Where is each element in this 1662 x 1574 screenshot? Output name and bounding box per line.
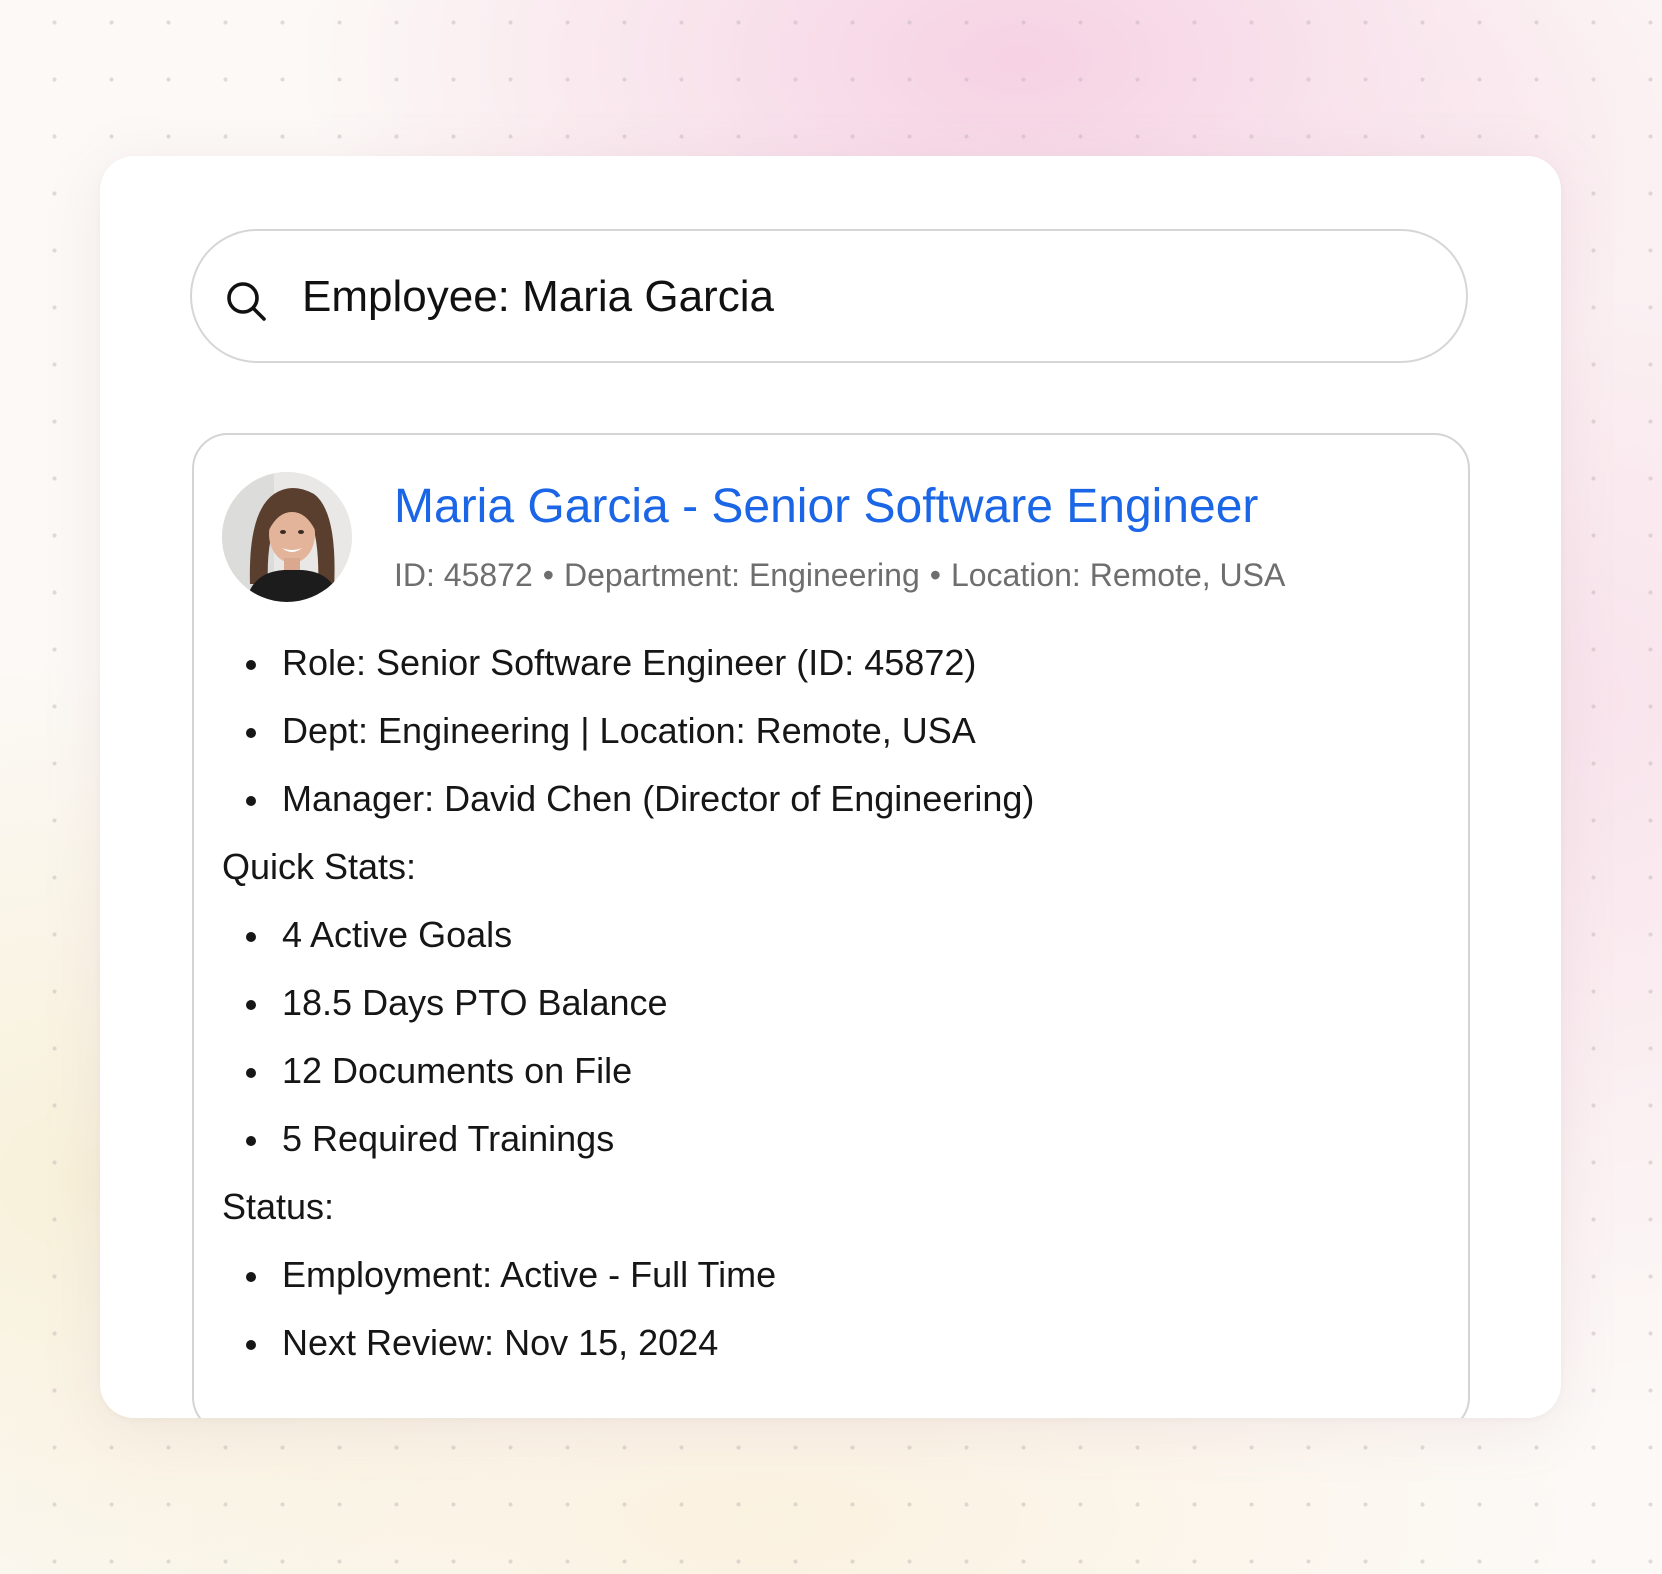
- employee-photo: [222, 472, 352, 602]
- employee-location: Location: Remote, USA: [950, 557, 1286, 593]
- details-list: Role: Senior Software Engineer (ID: 4587…: [222, 629, 1422, 833]
- status-list: Employment: Active - Full Time Next Revi…: [222, 1241, 1422, 1377]
- search-icon[interactable]: [224, 279, 268, 323]
- quick-stats-list: 4 Active Goals 18.5 Days PTO Balance 12 …: [222, 901, 1422, 1173]
- stat-pto-balance: 18.5 Days PTO Balance: [222, 969, 1422, 1037]
- employee-id: ID: 45872: [394, 557, 533, 593]
- status-heading: Status:: [222, 1186, 335, 1227]
- stat-trainings: 5 Required Trainings: [222, 1105, 1422, 1173]
- stat-active-goals: 4 Active Goals: [222, 901, 1422, 969]
- avatar[interactable]: [222, 472, 352, 602]
- detail-role: Role: Senior Software Engineer (ID: 4587…: [222, 629, 1422, 697]
- detail-dept-location: Dept: Engineering | Location: Remote, US…: [222, 697, 1422, 765]
- detail-manager: Manager: David Chen (Director of Enginee…: [222, 765, 1422, 833]
- employee-summary: Role: Senior Software Engineer (ID: 4587…: [222, 629, 1422, 1377]
- search-input[interactable]: Employee: Maria Garcia: [302, 271, 774, 323]
- stat-documents: 12 Documents on File: [222, 1037, 1422, 1105]
- meta-separator: •: [929, 557, 941, 593]
- employee-meta: ID: 45872 • Department: Engineering • Locati…: [394, 555, 1285, 595]
- meta-separator: •: [542, 557, 554, 593]
- search-bar[interactable]: Employee: Maria Garcia: [190, 229, 1468, 363]
- status-employment: Employment: Active - Full Time: [222, 1241, 1422, 1309]
- quick-stats-heading: Quick Stats:: [222, 846, 417, 887]
- employee-result-card[interactable]: Maria Garcia - Senior Software Engineer …: [192, 433, 1470, 1418]
- employee-department: Department: Engineering: [563, 557, 920, 593]
- employee-name-link[interactable]: Maria Garcia - Senior Software Engineer: [394, 479, 1258, 535]
- search-panel: Employee: Maria Garcia Maria Garcia - Se…: [100, 156, 1561, 1418]
- status-next-review: Next Review: Nov 15, 2024: [222, 1309, 1422, 1377]
